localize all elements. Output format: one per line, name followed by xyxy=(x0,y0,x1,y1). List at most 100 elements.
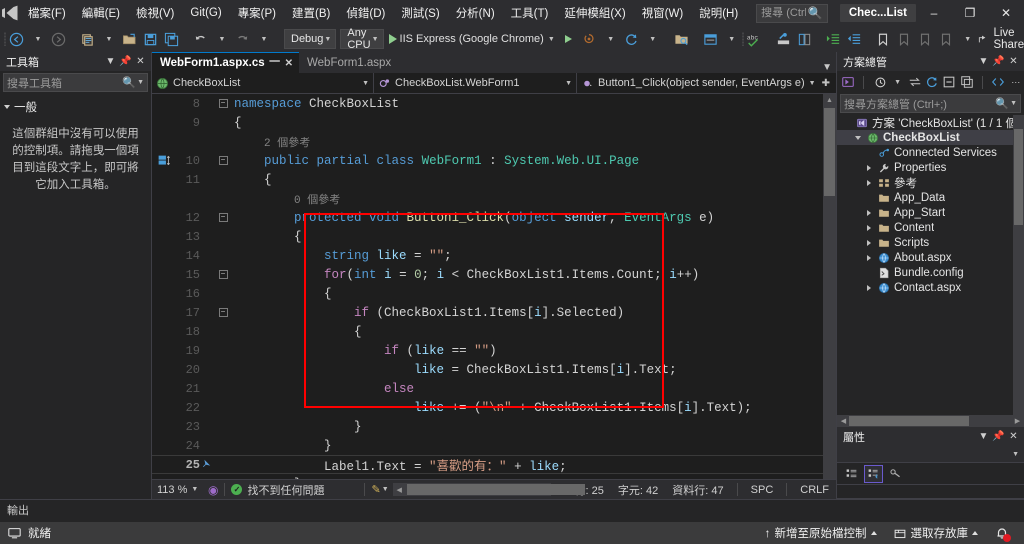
scrollbar-thumb[interactable] xyxy=(824,108,835,196)
pending-changes-dropdown[interactable]: ▼ xyxy=(889,73,905,91)
view-code-icon[interactable] xyxy=(990,73,1006,91)
collapse-icon[interactable]: − xyxy=(218,156,228,165)
fold-toggle[interactable]: − xyxy=(216,213,230,222)
split-view-icon[interactable]: ✚ xyxy=(820,78,832,89)
search-input[interactable] xyxy=(761,7,806,19)
chevron-right-icon[interactable] xyxy=(863,239,874,246)
pin-icon[interactable]: 📌 xyxy=(992,56,1005,67)
add-to-source-control-button[interactable]: ↑ 新增至原始檔控制 xyxy=(759,522,883,544)
code-text[interactable]: if (CheckBoxList1.Items[i].Selected) xyxy=(230,306,823,320)
tree-item[interactable]: App_Start xyxy=(837,205,1024,220)
solution-explorer-search[interactable]: 搜尋方案總管 (Ctrl+;) 🔍 ▼ xyxy=(840,94,1021,113)
select-repository-button[interactable]: 選取存放庫 xyxy=(887,522,985,544)
scroll-up-icon[interactable]: ▲ xyxy=(823,94,836,107)
collapse-icon[interactable]: − xyxy=(218,99,228,108)
code-text[interactable]: string like = ""; xyxy=(230,249,823,263)
code-line[interactable]: 20 like = CheckBoxList1.Items[i].Text; xyxy=(152,360,823,379)
bookmark-next-icon[interactable] xyxy=(915,28,936,50)
tree-item[interactable]: Contact.aspx xyxy=(837,280,1024,295)
code-text[interactable]: else xyxy=(230,382,823,396)
tree-item[interactable]: 方案 'CheckBoxList' (1 / 1 個專案 xyxy=(837,115,1024,130)
tree-item[interactable]: CheckBoxList xyxy=(837,130,1024,145)
menu-item-help[interactable]: 說明(H) xyxy=(691,0,746,26)
code-text[interactable]: 0 個參考 xyxy=(230,191,823,207)
code-text[interactable]: like = CheckBoxList1.Items[i].Text; xyxy=(230,363,823,377)
hscrollbar-thumb[interactable] xyxy=(406,484,585,495)
indentation-indicator[interactable]: SPC xyxy=(744,484,781,496)
tree-hscrollbar-thumb[interactable] xyxy=(849,416,969,426)
caret-char-indicator[interactable]: 字元: 42 xyxy=(611,482,665,498)
solution-toolbar-overflow-icon[interactable]: ⋯ xyxy=(1008,73,1024,91)
code-line[interactable]: 18 { xyxy=(152,322,823,341)
navbar-type-dropdown[interactable]: CheckBoxList.WebForm1 ▼ xyxy=(374,73,577,93)
minimize-button[interactable]: – xyxy=(916,0,952,26)
code-line[interactable]: 9{ xyxy=(152,113,823,132)
refresh-dropdown[interactable]: ▼ xyxy=(642,28,663,50)
menu-item-build[interactable]: 建置(B) xyxy=(284,0,338,26)
start-without-debugging-icon[interactable] xyxy=(558,28,579,50)
navigate-backward-dropdown[interactable]: ▼ xyxy=(27,28,48,50)
undo-dropdown[interactable]: ▼ xyxy=(211,28,232,50)
caret-column-indicator[interactable]: 資料行: 47 xyxy=(665,482,730,498)
codelens-reference-count[interactable]: 0 個參考 xyxy=(294,195,340,207)
redo-dropdown[interactable]: ▼ xyxy=(253,28,274,50)
code-text[interactable]: public partial class WebForm1 : System.W… xyxy=(230,154,823,168)
scroll-right-icon[interactable]: ▶ xyxy=(1011,417,1024,425)
open-file-icon[interactable] xyxy=(119,28,140,50)
tree-item[interactable]: App_Data xyxy=(837,190,1024,205)
scroll-left-icon[interactable]: ◀ xyxy=(393,486,406,494)
window-layout-icon[interactable] xyxy=(700,28,721,50)
quick-launch-search[interactable]: 🔍 xyxy=(756,3,828,23)
redo-icon[interactable] xyxy=(232,28,253,50)
code-line[interactable]: 0 個參考 xyxy=(152,189,823,208)
collapse-icon[interactable]: − xyxy=(218,308,228,317)
menu-item-debug[interactable]: 偵錯(D) xyxy=(338,0,393,26)
output-panel[interactable]: 輸出 xyxy=(0,499,1024,522)
save-icon[interactable] xyxy=(140,28,161,50)
solution-tree[interactable]: 方案 'CheckBoxList' (1 / 1 個專案 CheckBoxList… xyxy=(837,115,1024,415)
code-text[interactable]: for(int i = 0; i < CheckBoxList1.Items.C… xyxy=(230,268,823,282)
codelens-reference-count[interactable]: 2 個參考 xyxy=(264,138,310,150)
properties-object-dropdown[interactable]: ▼ xyxy=(837,446,1024,463)
bookmark-clear-icon[interactable] xyxy=(936,28,957,50)
refresh-icon[interactable] xyxy=(924,73,940,91)
menu-item-tools[interactable]: 工具(T) xyxy=(503,0,557,26)
categorized-view-icon[interactable] xyxy=(842,465,861,483)
chevron-right-icon[interactable] xyxy=(863,254,874,261)
code-action-icon[interactable] xyxy=(202,458,212,472)
menu-item-project[interactable]: 專案(P) xyxy=(230,0,284,26)
tree-scrollbar-thumb[interactable] xyxy=(1014,129,1023,225)
maximize-button[interactable]: ❐ xyxy=(952,0,988,26)
undo-icon[interactable] xyxy=(190,28,211,50)
code-text[interactable]: { xyxy=(230,287,823,301)
editor-horizontal-scrollbar[interactable]: ◀ xyxy=(392,483,585,496)
code-line[interactable]: 12 − protected void Button1_Click(object … xyxy=(152,208,823,227)
tab-webform1-aspx-cs[interactable]: WebForm1.aspx.cs ⎻ ✕ xyxy=(152,52,299,73)
code-line[interactable]: 13 { xyxy=(152,227,823,246)
code-line[interactable]: 14 string like = ""; xyxy=(152,246,823,265)
code-line[interactable]: 2 個參考 xyxy=(152,132,823,151)
code-line[interactable]: 11 { xyxy=(152,170,823,189)
window-layout-dropdown[interactable]: ▼ xyxy=(721,28,742,50)
intellicode-icon[interactable]: ◉ xyxy=(208,483,218,497)
alphabetical-view-icon[interactable] xyxy=(864,464,883,483)
code-text[interactable]: like += ("\n" + CheckBoxList1.Items[i].T… xyxy=(230,401,823,415)
tree-item[interactable]: Content xyxy=(837,220,1024,235)
chevron-down-icon[interactable]: ▼ xyxy=(822,62,832,73)
properties-page-icon[interactable] xyxy=(886,465,905,483)
properties-window-icon[interactable] xyxy=(959,73,975,91)
code-text[interactable]: } xyxy=(230,420,823,434)
code-text[interactable]: Label1.Text = "喜歡的有：" + like; xyxy=(230,455,823,474)
code-text[interactable]: { xyxy=(230,325,823,339)
code-line[interactable]: 17 − if (CheckBoxList1.Items[i].Selected) xyxy=(152,303,823,322)
pin-icon[interactable]: 📌 xyxy=(992,431,1005,442)
code-line[interactable]: 19 if (like == "") xyxy=(152,341,823,360)
new-project-icon[interactable] xyxy=(77,28,98,50)
tree-horizontal-scrollbar[interactable]: ◀ ▶ xyxy=(837,415,1024,427)
code-text[interactable]: 2 個參考 xyxy=(230,134,823,150)
chevron-down-icon[interactable]: ▼ xyxy=(104,56,117,67)
sync-with-active-document-icon[interactable] xyxy=(906,73,922,91)
bookmark-toggle-icon[interactable] xyxy=(873,28,894,50)
code-text[interactable]: { xyxy=(230,230,823,244)
code-text[interactable]: } xyxy=(230,439,823,453)
